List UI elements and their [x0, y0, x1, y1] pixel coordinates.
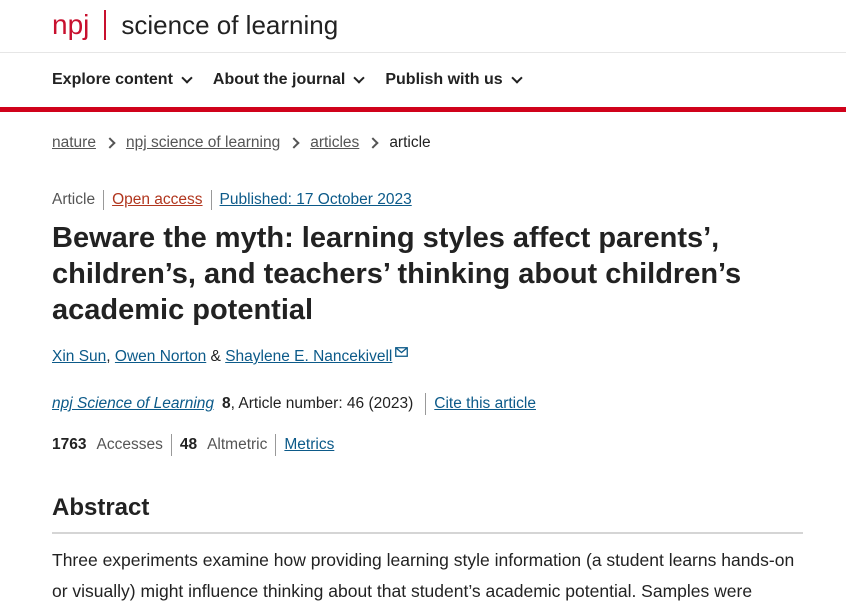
- breadcrumb-current: article: [389, 134, 431, 151]
- logo-divider: [104, 10, 107, 40]
- article-metrics: 1763 Accesses 48 Altmetric Metrics: [52, 434, 334, 456]
- author-link[interactable]: Xin Sun: [52, 348, 106, 366]
- journal-logo[interactable]: npj science of learning: [52, 6, 338, 44]
- journal-name-link[interactable]: npj Science of Learning: [52, 395, 214, 413]
- breadcrumb-journal[interactable]: npj science of learning: [126, 134, 280, 152]
- author-link[interactable]: Owen Norton: [115, 348, 206, 366]
- chevron-right-icon: [367, 137, 379, 149]
- chevron-down-icon: [511, 72, 523, 84]
- nav-explore-content-label: Explore content: [52, 71, 173, 88]
- breadcrumb-articles[interactable]: articles: [310, 134, 359, 152]
- nav-about-journal[interactable]: About the journal: [212, 71, 366, 89]
- author-link[interactable]: Shaylene E. Nancekivell: [225, 348, 392, 366]
- article-meta: Article Open access Published: 17 Octobe…: [52, 190, 412, 210]
- cite-article-link[interactable]: Cite this article: [434, 395, 536, 413]
- metrics-divider: [170, 434, 172, 456]
- metrics-link[interactable]: Metrics: [284, 436, 334, 454]
- article-type: Article: [52, 191, 96, 208]
- logo-npj: npj: [52, 9, 90, 40]
- altmetric-label: Altmetric: [207, 436, 268, 453]
- citation-divider: [425, 393, 427, 415]
- nav-publish-with-us[interactable]: Publish with us: [385, 71, 523, 89]
- journal-volume: 8: [222, 395, 231, 412]
- citation-line: npj Science of Learning 8 , Article numb…: [52, 393, 536, 415]
- accesses-count: 1763: [52, 436, 87, 453]
- abstract-heading: Abstract: [52, 494, 150, 521]
- abstract-divider: [52, 532, 803, 534]
- article-title: Beware the myth: learning styles affect …: [52, 222, 742, 326]
- breadcrumb: nature npj science of learning articles …: [52, 134, 431, 152]
- author-separator: &: [206, 348, 226, 365]
- nav-publish-with-us-label: Publish with us: [385, 71, 503, 88]
- nav-about-journal-label: About the journal: [212, 71, 346, 88]
- open-access-link[interactable]: Open access: [112, 191, 202, 209]
- chevron-right-icon: [104, 137, 116, 149]
- author-separator: ,: [106, 348, 115, 365]
- main-nav: Explore content About the journal Publis…: [0, 53, 846, 112]
- chevron-right-icon: [288, 137, 300, 149]
- mail-icon[interactable]: [395, 347, 409, 357]
- chevron-down-icon: [353, 72, 366, 84]
- abstract-text: Three experiments examine how providing …: [52, 550, 795, 601]
- published-date-link[interactable]: Published: 17 October 2023: [220, 191, 412, 209]
- altmetric-count: 48: [179, 436, 198, 453]
- author-list: Xin Sun , Owen Norton & Shaylene E. Nanc…: [52, 347, 409, 366]
- logo-journal-name: science of learning: [121, 10, 339, 40]
- metrics-divider: [275, 434, 277, 456]
- nav-explore-content[interactable]: Explore content: [52, 71, 193, 89]
- breadcrumb-nature[interactable]: nature: [52, 134, 96, 152]
- site-header: npj science of learning: [0, 0, 846, 53]
- meta-divider: [210, 190, 212, 210]
- article-number: , Article number: 46 (2023): [230, 395, 414, 412]
- accesses-label: Accesses: [96, 436, 163, 453]
- chevron-down-icon: [181, 72, 193, 84]
- meta-divider: [103, 190, 105, 210]
